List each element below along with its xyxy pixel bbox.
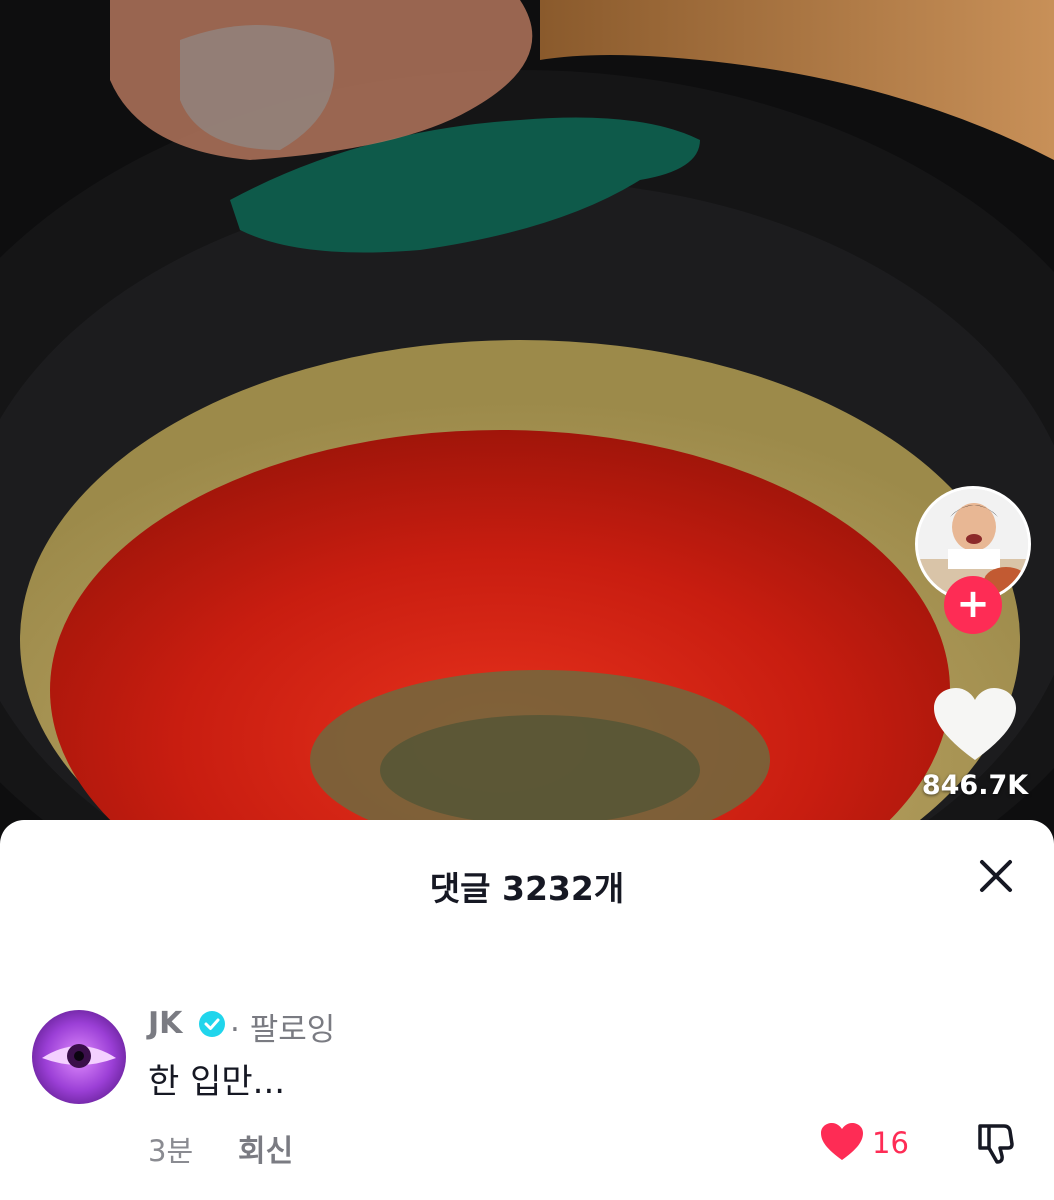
reply-button[interactable]: 회신 (238, 1126, 293, 1170)
plus-icon: + (956, 581, 990, 627)
video-frame (0, 0, 1054, 860)
follow-status: · 팔로잉 (230, 1012, 336, 1048)
comments-title: 댓글 3232개 (429, 869, 625, 908)
comment-text: 한 입만... (148, 1062, 286, 1102)
comment-timestamp: 3분 (148, 1134, 194, 1168)
comments-sheet: 댓글 3232개 JK · 팔로잉 한 입만... 3분 회신 16 (0, 820, 1054, 1200)
video-player[interactable] (0, 0, 1054, 860)
close-icon (980, 860, 1012, 892)
comment-like-heart-icon[interactable] (820, 1122, 864, 1162)
verified-badge-icon (199, 1011, 225, 1037)
follow-button[interactable]: + (944, 576, 1002, 634)
dislike-icon[interactable] (974, 1122, 1016, 1164)
heart-icon (934, 688, 1016, 760)
commenter-avatar[interactable] (32, 1010, 126, 1104)
comment-like-count: 16 (872, 1126, 909, 1160)
like-count: 846.7K (921, 770, 1029, 801)
commenter-avatar-image (32, 1010, 126, 1104)
like-button[interactable] (932, 686, 1018, 764)
commenter-username[interactable]: JK (148, 1006, 182, 1041)
close-button[interactable] (974, 854, 1018, 898)
